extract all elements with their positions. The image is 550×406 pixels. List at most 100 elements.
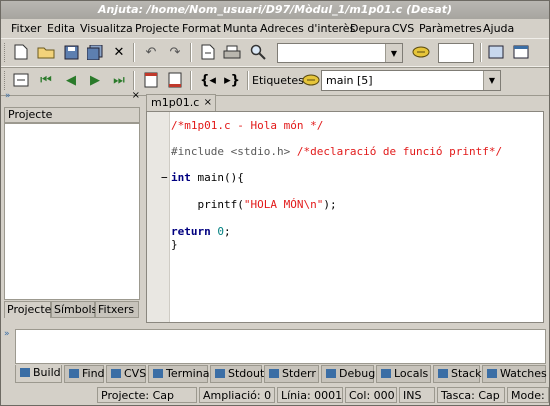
menu-edita[interactable]: Edita — [47, 22, 75, 35]
tab-locals[interactable]: Locals — [376, 365, 431, 383]
tab-label: Build — [33, 366, 61, 379]
status-line: Línia: 0001 — [277, 387, 343, 403]
toolbar-separator — [190, 43, 192, 62]
new-doc-icon[interactable] — [198, 42, 218, 62]
code-text: } — [171, 238, 178, 251]
panel-header: » × — [4, 90, 142, 104]
tab-fitxers[interactable]: Fitxers — [95, 301, 139, 318]
code-comment: /*declaració de funció printf*/ — [296, 145, 503, 158]
find-icon[interactable] — [248, 42, 268, 62]
block-end-icon[interactable]: ▸} — [222, 70, 242, 90]
stdout-icon — [215, 369, 225, 378]
menu-depura[interactable]: Depura — [350, 22, 390, 35]
menu-fitxer[interactable]: Fitxer — [11, 22, 41, 35]
code-text: main(){ — [190, 171, 244, 184]
redo-icon[interactable]: ↷ — [165, 42, 185, 62]
window-icon[interactable] — [511, 42, 531, 62]
menu-format[interactable]: Format — [182, 22, 221, 35]
chevron-down-icon[interactable]: ▼ — [483, 71, 500, 90]
code-string: "HOLA MÓN\n" — [243, 198, 324, 211]
save-icon[interactable] — [61, 42, 81, 62]
goto-line-input[interactable] — [438, 43, 474, 63]
tab-debug[interactable]: Debug — [321, 365, 376, 383]
tab-projecte[interactable]: Projecte — [4, 301, 51, 318]
close-icon[interactable]: ✕ — [109, 42, 129, 62]
tab-label: Stderr — [282, 367, 316, 380]
main-window: Anjuta: /home/Nom_usuari/D97/Mòdul_1/m1p… — [0, 0, 550, 406]
close-icon[interactable]: × — [204, 95, 212, 111]
window-title: Anjuta: /home/Nom_usuari/D97/Mòdul_1/m1p… — [97, 3, 453, 16]
code-comment: /*m1p01.c - Hola món */ — [171, 119, 324, 132]
print-icon[interactable] — [222, 42, 242, 62]
tab-watches[interactable]: Watches — [482, 365, 547, 383]
code-text: ; — [224, 225, 231, 238]
find-combo[interactable]: ▼ — [277, 43, 403, 63]
code-text: ); — [323, 198, 337, 211]
tags-combo[interactable]: main [5] ▼ — [321, 70, 501, 91]
tab-stack[interactable]: Stack — [433, 365, 481, 383]
tab-find[interactable]: Find — [64, 365, 105, 383]
status-zoom: Ampliació: 0 — [199, 387, 275, 403]
tab-build[interactable]: Build — [15, 365, 62, 383]
goto-line-icon[interactable] — [411, 42, 431, 62]
tab-label: Watches — [500, 367, 547, 380]
first-bookmark-icon[interactable]: ⏮ — [36, 70, 56, 90]
tab-stdout[interactable]: Stdout — [210, 365, 264, 383]
status-task: Tasca: Cap — [437, 387, 505, 403]
stderr-icon — [269, 369, 279, 378]
message-area[interactable] — [15, 329, 546, 364]
next-error-icon[interactable] — [165, 70, 185, 90]
tab-cvs[interactable]: CVS — [106, 365, 146, 383]
menu-visualitza[interactable]: Visualitza — [80, 22, 133, 35]
bookmark-toggle-icon[interactable] — [11, 70, 31, 90]
tag-goto-icon[interactable] — [301, 70, 321, 90]
chevron-down-icon[interactable]: ▼ — [385, 44, 402, 62]
find-icon — [69, 369, 79, 378]
toolbar-separator — [133, 71, 135, 90]
menu-cvs[interactable]: CVS — [392, 22, 414, 35]
menu-adreces[interactable]: Adreces d'interès — [260, 22, 355, 35]
toolbar-separator — [247, 71, 249, 90]
dock-icon[interactable]: » — [5, 91, 11, 101]
tab-label: Debug — [339, 367, 376, 380]
menu-parametres[interactable]: Paràmetres — [419, 22, 482, 35]
stack-icon — [438, 369, 448, 378]
tab-stderr[interactable]: Stderr — [264, 365, 319, 383]
open-folder-icon[interactable] — [36, 42, 56, 62]
fold-marker[interactable]: − — [161, 171, 168, 184]
prev-bookmark-icon[interactable]: ◀ — [61, 70, 81, 90]
project-icon[interactable] — [486, 42, 506, 62]
editor-gutter[interactable] — [147, 112, 170, 322]
debug-icon — [326, 369, 336, 378]
prev-error-icon[interactable] — [141, 70, 161, 90]
main-toolbar: ✕ ↶ ↷ ▼ — [1, 38, 549, 68]
editor-tab[interactable]: m1p01.c × — [146, 94, 216, 111]
block-start-icon[interactable]: {◂ — [198, 70, 218, 90]
close-icon[interactable]: × — [132, 90, 140, 101]
browser-toolbar: ⏮ ◀ ▶ ⏭ {◂ ▸} Etiquetes: main [5] ▼ — [1, 66, 549, 96]
editor-tab-label: m1p01.c — [151, 96, 200, 109]
last-bookmark-icon[interactable]: ⏭ — [109, 70, 129, 90]
tab-label: Terminal — [166, 367, 213, 380]
status-col: Col: 000 — [345, 387, 397, 403]
locals-icon — [381, 369, 391, 378]
code-editor[interactable]: − /*m1p01.c - Hola món */ #include <stdi… — [146, 111, 544, 323]
tab-terminal[interactable]: Terminal — [148, 365, 213, 383]
project-tree[interactable] — [4, 123, 140, 300]
next-bookmark-icon[interactable]: ▶ — [85, 70, 105, 90]
watches-icon — [487, 369, 497, 378]
new-file-icon[interactable] — [11, 42, 31, 62]
save-all-icon[interactable] — [85, 42, 105, 62]
panel-title: Projecte — [4, 107, 140, 123]
project-panel: » × Projecte Projecte Símbols Fitxers — [4, 90, 142, 323]
tags-value: main [5] — [326, 74, 373, 87]
tags-label: Etiquetes: — [252, 74, 308, 87]
menu-projecte[interactable]: Projecte — [135, 22, 179, 35]
undo-icon[interactable]: ↶ — [141, 42, 161, 62]
toolbar-grip[interactable] — [4, 71, 8, 90]
menu-ajuda[interactable]: Ajuda — [483, 22, 514, 35]
dock-icon[interactable]: » — [4, 329, 10, 339]
menu-munta[interactable]: Munta — [223, 22, 258, 35]
tab-simbols[interactable]: Símbols — [51, 301, 97, 318]
toolbar-grip[interactable] — [4, 43, 8, 62]
